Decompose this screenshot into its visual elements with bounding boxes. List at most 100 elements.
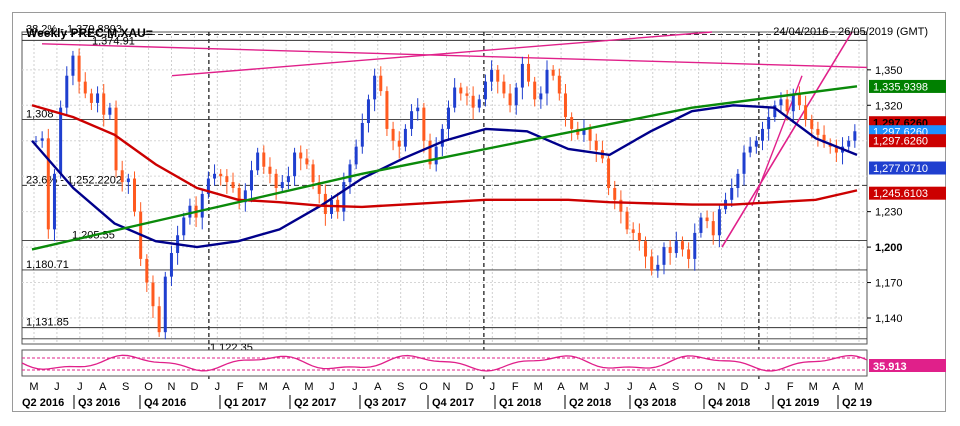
- candle-body: [533, 81, 537, 100]
- candle-body: [373, 75, 377, 100]
- candle-body: [551, 69, 555, 76]
- candle-body: [59, 107, 63, 174]
- candle-body: [410, 111, 414, 129]
- month-label: D: [465, 381, 473, 393]
- candle-body: [680, 241, 684, 250]
- candle-body: [299, 152, 303, 159]
- candle-body: [65, 75, 69, 108]
- candle-body: [607, 158, 611, 188]
- candle-body: [816, 128, 820, 135]
- candle-body: [348, 164, 352, 183]
- candle-body: [717, 209, 721, 236]
- month-label: A: [374, 381, 382, 393]
- month-label: S: [397, 381, 404, 393]
- candle-body: [625, 211, 629, 230]
- candle-body: [471, 95, 475, 108]
- month-label: N: [443, 381, 451, 393]
- candle-body: [163, 276, 167, 333]
- candle-body: [810, 119, 814, 129]
- candle-body: [280, 182, 284, 188]
- level-label: 23.6% - 1,252.2202: [26, 174, 122, 186]
- chart-frame: 38.2% - 1,379.8893 1,374.91 1,308 23.6% - 1…: [12, 12, 946, 412]
- candle-body: [52, 173, 56, 230]
- month-label: O: [419, 381, 428, 393]
- candle-body: [133, 178, 137, 212]
- candle-body: [520, 63, 524, 88]
- quarter-label: Q2 2017: [294, 397, 336, 409]
- month-label: J: [765, 381, 771, 393]
- quarter-label: Q4 2017: [432, 397, 474, 409]
- month-label: F: [237, 381, 244, 393]
- quarter-label: Q4 2018: [708, 397, 750, 409]
- candle-body: [804, 105, 808, 120]
- candle-body: [434, 146, 438, 165]
- candle-body: [502, 81, 506, 94]
- candle-body: [797, 93, 801, 106]
- quarter-label: Q2 19: [842, 397, 872, 409]
- candle-body: [496, 69, 500, 82]
- candle-body: [366, 99, 370, 123]
- candle-body: [213, 173, 217, 179]
- price-badge-label: 1,245.6103: [873, 188, 928, 200]
- month-label: M: [304, 381, 313, 393]
- month-label: A: [99, 381, 107, 393]
- candle-body: [570, 117, 574, 129]
- chart-title: Weekly PREC.M.XAU=: [26, 26, 153, 40]
- candle-body: [730, 188, 734, 200]
- candle-body: [490, 69, 494, 82]
- month-label: F: [787, 381, 794, 393]
- month-label: D: [740, 381, 748, 393]
- y-tick-label: 1,320: [875, 100, 903, 112]
- month-label: S: [122, 381, 129, 393]
- candle-body: [853, 131, 857, 141]
- month-label: J: [77, 381, 83, 393]
- month-label: N: [718, 381, 726, 393]
- candle-body: [40, 138, 44, 141]
- month-label: J: [215, 381, 221, 393]
- candle-body: [483, 81, 487, 100]
- month-label: J: [329, 381, 335, 393]
- candle-body: [656, 264, 660, 271]
- price-badge-label: 1,277.0710: [873, 163, 928, 175]
- month-label: M: [854, 381, 863, 393]
- month-label: J: [627, 381, 633, 393]
- date-range: 24/04/2016 - 26/05/2019 (GMT): [773, 26, 928, 38]
- candle-body: [644, 241, 648, 257]
- candle-body: [459, 87, 463, 94]
- candle-body: [77, 55, 81, 82]
- candle-body: [379, 75, 383, 92]
- month-label: A: [282, 381, 290, 393]
- month-label: J: [490, 381, 496, 393]
- quarter-label: Q1 2017: [224, 397, 266, 409]
- quarter-label: Q3 2016: [78, 397, 120, 409]
- candle-body: [453, 87, 457, 108]
- candle-body: [403, 128, 407, 147]
- candle-body: [108, 107, 112, 115]
- month-label: J: [54, 381, 60, 393]
- oscillator-panel: [21, 349, 868, 377]
- candle-body: [588, 128, 592, 141]
- candle-body: [34, 140, 38, 142]
- candle-body: [391, 128, 395, 141]
- candle-body: [219, 173, 223, 177]
- candle-body: [354, 146, 358, 165]
- month-label: M: [259, 381, 268, 393]
- month-label: M: [29, 381, 38, 393]
- candle-body: [477, 99, 481, 108]
- candle-body: [563, 93, 567, 118]
- candle-body: [508, 93, 512, 106]
- month-label: O: [694, 381, 703, 393]
- quarter-label: Q3 2018: [634, 397, 676, 409]
- month-label: A: [557, 381, 565, 393]
- month-label: M: [809, 381, 818, 393]
- candle-body: [711, 221, 715, 236]
- candle-body: [748, 146, 752, 153]
- candle-body: [416, 107, 420, 112]
- candle-body: [742, 152, 746, 174]
- candle-body: [169, 253, 173, 277]
- quarter-label: Q2 2016: [22, 397, 64, 409]
- candle-body: [699, 217, 703, 233]
- quarter-label: Q1 2018: [499, 397, 541, 409]
- candle-body: [791, 93, 795, 112]
- candle-body: [311, 164, 315, 183]
